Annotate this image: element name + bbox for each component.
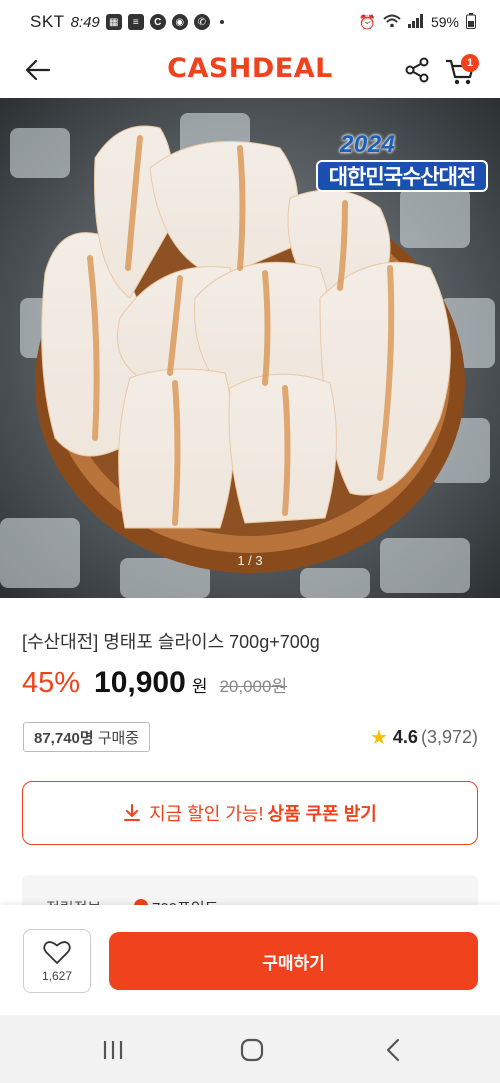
buyers-count-badge: 87,740명 구매중 [23,722,151,752]
review-count: (3,972) [420,727,478,747]
heart-icon [43,940,71,964]
system-back-button[interactable] [373,1035,413,1065]
lock-app-notification-icon: ◉ [171,14,188,30]
download-icon [123,804,141,822]
price-row: 45% 10,900 원 20,000원 [22,666,287,700]
c-notification-icon: C [149,14,166,30]
chevron-left-icon [386,1038,400,1062]
home-button[interactable] [232,1035,272,1065]
coupon-prefix: 지금 할인 가능! [149,804,264,824]
image-counter: 1 / 3 [237,553,263,568]
buyers-count: 87,740명 [34,729,94,747]
gallery-notification-icon: ▦ [105,14,122,30]
festival-title: 대한민국수산대전 [316,160,488,192]
original-price: 20,000원 [219,677,288,696]
share-button[interactable] [400,53,434,87]
message-notification-icon: ≡ [127,14,144,30]
buyers-suffix: 구매중 [97,729,140,747]
clock: 8:49 [70,13,100,31]
cart-button[interactable]: 1 [442,52,482,88]
rating-score: 4.6 [392,727,418,747]
coupon-download-button[interactable]: 지금 할인 가능! 상품 쿠폰 받기 [22,781,478,845]
home-icon [240,1038,264,1062]
share-icon [405,57,429,83]
status-bar: SKT 8:49 ▦ ≡ C ◉ ✆ ⏰ 59% [0,0,500,44]
wifi-icon [383,14,401,31]
sale-price: 10,900 [94,666,186,699]
bottom-action-bar: 1,627 구매하기 [0,905,500,1015]
coupon-emphasis: 상품 쿠폰 받기 [267,804,377,824]
recent-apps-button[interactable] [93,1035,133,1065]
star-icon: ★ [369,727,388,749]
system-nav-bar [0,1015,500,1083]
signal-icon [407,13,424,31]
product-title: [수산대전] 명태포 슬라이스 700g+700g [22,632,320,652]
recent-apps-icon [103,1041,123,1059]
battery-icon [466,12,476,32]
currency-unit: 원 [191,677,208,696]
buy-button[interactable]: 구매하기 [109,932,478,990]
festival-year: 2024 [340,131,396,158]
rating-summary[interactable]: ★ 4.6 (3,972) [370,725,478,750]
like-count: 1,627 [41,968,73,983]
cart-count-badge: 1 [461,54,479,72]
discount-rate: 45% [22,667,81,699]
product-image-carousel[interactable]: 2024 대한민국수산대전 [0,98,500,598]
battery-label: 59% [430,14,459,30]
carrier-label: SKT [30,12,65,31]
festival-badge: 2024 대한민국수산대전 [316,131,488,207]
more-notifications-icon [219,20,224,24]
chat-notification-icon: ✆ [193,14,210,30]
alarm-icon: ⏰ [358,13,376,30]
app-header: CASHDEAL 1 [0,44,500,96]
like-button[interactable]: 1,627 [23,929,91,993]
